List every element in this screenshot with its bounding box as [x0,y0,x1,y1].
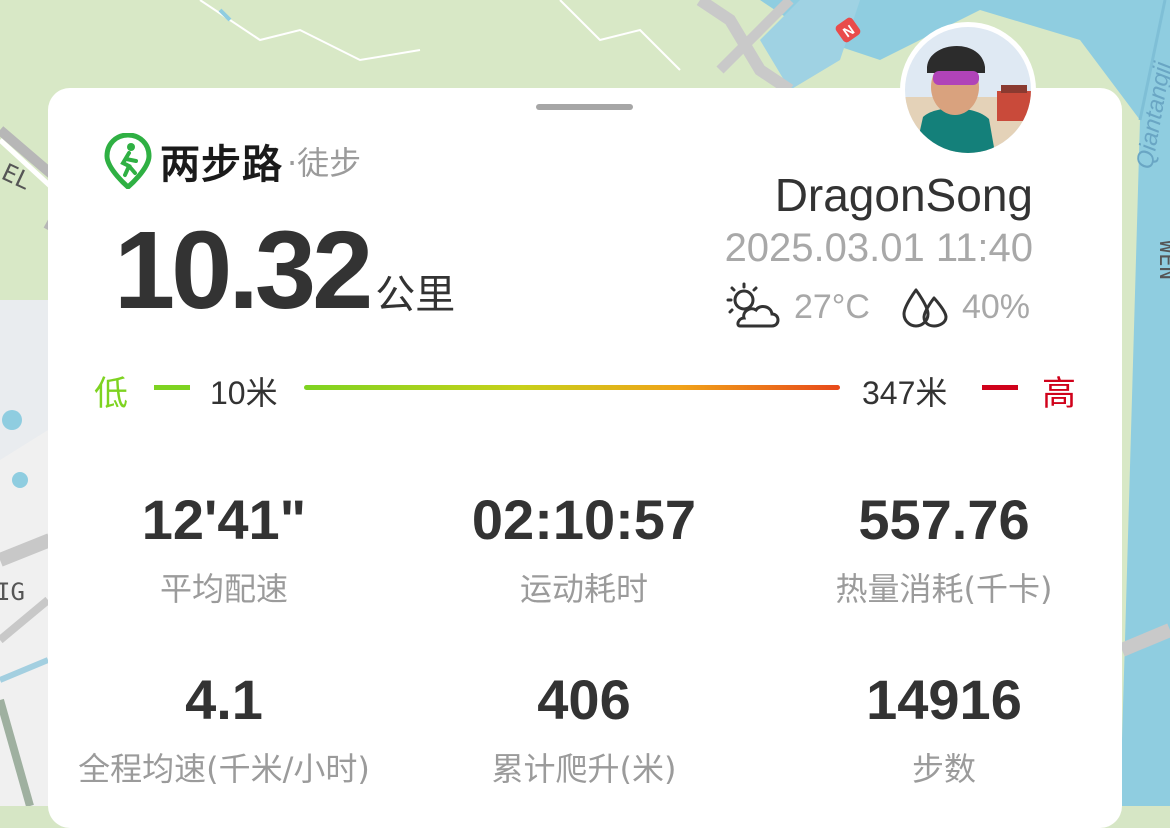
humidity: 40% [961,287,1030,326]
stat-elevation-gain: 406 累计爬升(米) [404,672,764,790]
activity-datetime: 2025.03.01 11:40 [724,226,1033,270]
stat-label: 全程均速(千米/小时) [78,750,370,788]
app-logo-icon [104,133,152,189]
water-drops-icon [902,288,948,328]
stat-label: 步数 [911,750,976,788]
distance-display: 10.32 公里 [114,216,455,326]
stat-duration: 02:10:57 运动耗时 [404,492,764,610]
elevation-min-value: 10米 [210,375,278,411]
elevation-low-label: 低 [94,374,128,414]
stat-label: 累计爬升(米) [491,750,677,788]
activity-type: ·徒步 [287,144,362,182]
temperature: 27°C [793,287,870,326]
map-label-wen: WEN [1154,240,1170,280]
distance-value: 10.32 [114,209,373,332]
weather-info: 27°C 40% [720,282,1030,332]
stat-value: 4.1 [185,668,263,731]
stat-steps: 14916 步数 [764,672,1124,790]
elevation-low-swatch [154,385,190,390]
stat-value: 14916 [866,668,1022,731]
stat-label: 运动耗时 [519,570,648,608]
stat-value: 02:10:57 [471,488,697,551]
stat-value: 406 [537,668,631,731]
elevation-high-swatch [982,385,1018,390]
partly-cloudy-icon [726,282,780,328]
sheet-drag-handle[interactable] [536,104,633,110]
stat-average-pace: 12'41" 平均配速 [44,492,404,610]
elevation-gradient-bar [304,385,840,390]
stat-average-speed: 4.1 全程均速(千米/小时) [44,672,404,790]
map-label-ig: IG [0,578,25,606]
brand-name: 两步路 [160,142,283,188]
elevation-high-label: 高 [1042,374,1076,414]
stat-value: 557.76 [858,488,1030,551]
distance-unit: 公里 [375,272,456,318]
stat-label: 热量消耗(千卡) [835,570,1053,608]
stat-value: 12'41" [141,488,307,551]
brand-header: 两步路 ·徒步 [104,132,361,190]
user-avatar[interactable] [900,22,1036,158]
stat-label: 平均配速 [159,570,288,608]
username: DragonSong [774,169,1033,221]
stat-calories: 557.76 热量消耗(千卡) [764,492,1124,610]
elevation-legend: 低 10米 347米 高 [92,362,1082,414]
elevation-max-value: 347米 [862,375,948,411]
